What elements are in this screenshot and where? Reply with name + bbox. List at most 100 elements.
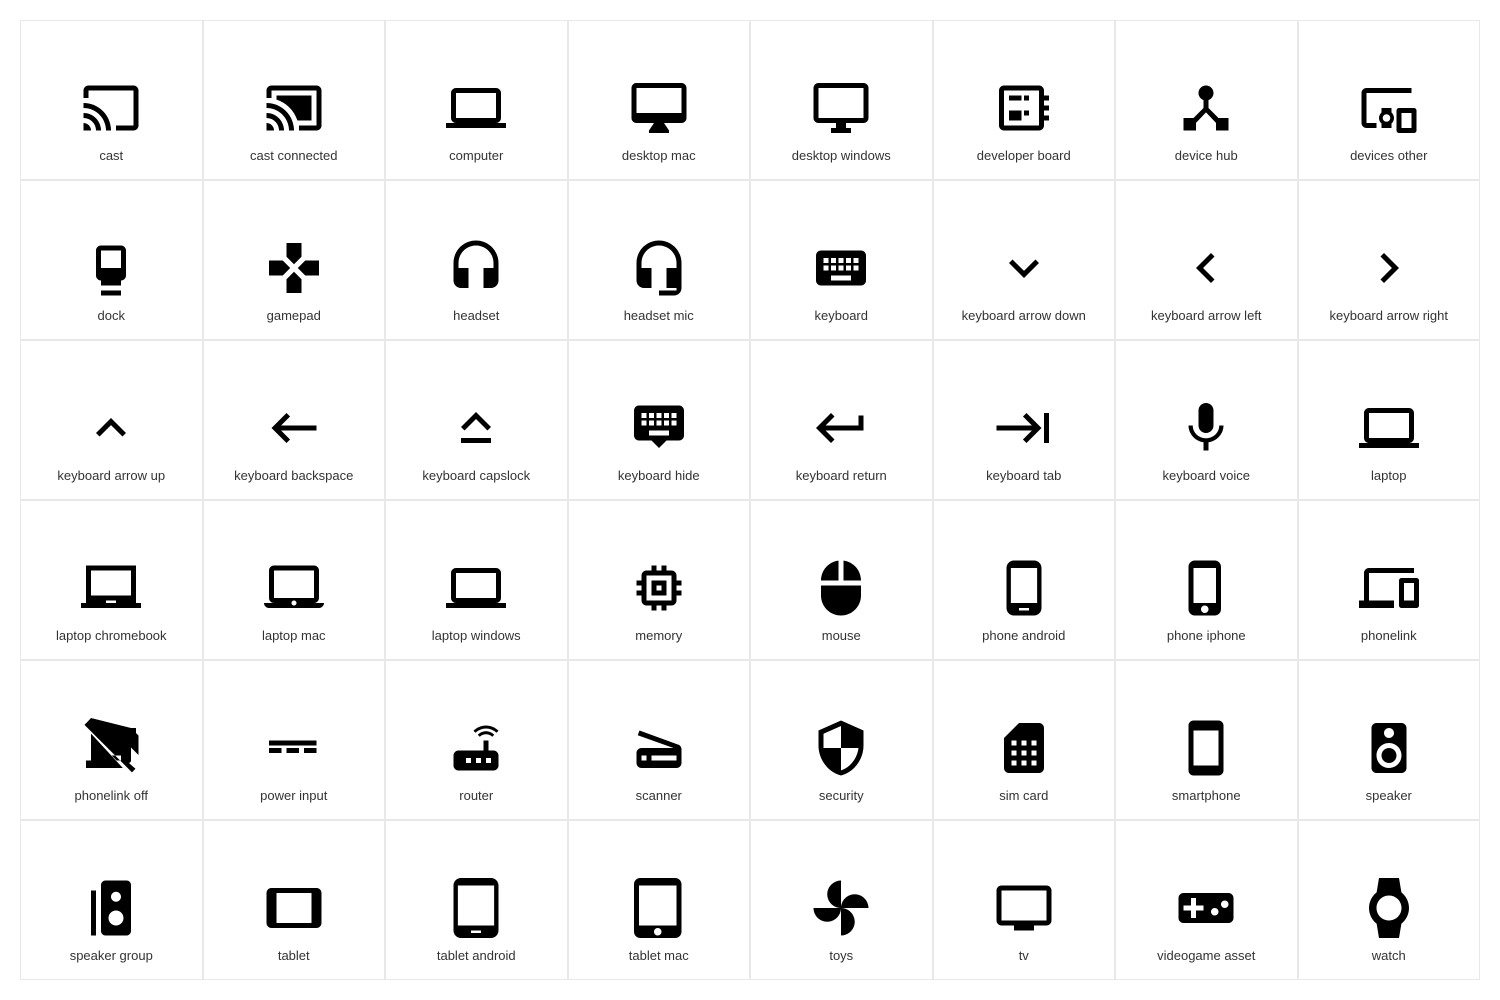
security-icon bbox=[811, 718, 871, 778]
icon-item-laptop: laptop bbox=[1298, 340, 1481, 500]
icon-item-cast: cast bbox=[20, 20, 203, 180]
headset-label: headset bbox=[453, 308, 499, 325]
icon-item-phonelink: phonelink bbox=[1298, 500, 1481, 660]
phone-android-label: phone android bbox=[982, 628, 1065, 645]
phone-iphone-label: phone iphone bbox=[1167, 628, 1246, 645]
toys-icon bbox=[811, 878, 871, 938]
phonelink-off-icon bbox=[81, 718, 141, 778]
icon-item-security: security bbox=[750, 660, 933, 820]
smartphone-icon bbox=[1176, 718, 1236, 778]
keyboard-hide-icon bbox=[629, 398, 689, 458]
icon-grid: cast cast connected computer desktop mac… bbox=[20, 20, 1480, 980]
icon-item-keyboard-arrow-left: keyboard arrow left bbox=[1115, 180, 1298, 340]
icon-item-keyboard-voice: keyboard voice bbox=[1115, 340, 1298, 500]
icon-item-devices-other: devices other bbox=[1298, 20, 1481, 180]
phonelink-label: phonelink bbox=[1361, 628, 1417, 645]
laptop-windows-label: laptop windows bbox=[432, 628, 521, 645]
icon-item-desktop-mac: desktop mac bbox=[568, 20, 751, 180]
devices-other-icon bbox=[1359, 78, 1419, 138]
tablet-mac-icon bbox=[629, 878, 689, 938]
keyboard-label: keyboard bbox=[815, 308, 868, 325]
desktop-windows-label: desktop windows bbox=[792, 148, 891, 165]
toys-label: toys bbox=[829, 948, 853, 965]
keyboard-tab-label: keyboard tab bbox=[986, 468, 1061, 485]
speaker-icon bbox=[1359, 718, 1419, 778]
keyboard-capslock-icon bbox=[446, 398, 506, 458]
memory-icon bbox=[629, 558, 689, 618]
laptop-icon bbox=[1359, 398, 1419, 458]
power-input-label: power input bbox=[260, 788, 327, 805]
icon-item-headset-mic: headset mic bbox=[568, 180, 751, 340]
keyboard-backspace-icon bbox=[264, 398, 324, 458]
laptop-chromebook-label: laptop chromebook bbox=[56, 628, 167, 645]
computer-label: computer bbox=[449, 148, 503, 165]
tablet-icon bbox=[264, 878, 324, 938]
icon-item-mouse: mouse bbox=[750, 500, 933, 660]
icon-item-headset: headset bbox=[385, 180, 568, 340]
keyboard-voice-icon bbox=[1176, 398, 1236, 458]
icon-item-dock: dock bbox=[20, 180, 203, 340]
speaker-group-icon bbox=[81, 878, 141, 938]
icon-item-phone-android: phone android bbox=[933, 500, 1116, 660]
keyboard-capslock-label: keyboard capslock bbox=[422, 468, 530, 485]
desktop-windows-icon bbox=[811, 78, 871, 138]
icon-item-smartphone: smartphone bbox=[1115, 660, 1298, 820]
icon-item-laptop-chromebook: laptop chromebook bbox=[20, 500, 203, 660]
icon-item-power-input: power input bbox=[203, 660, 386, 820]
videogame-asset-icon bbox=[1176, 878, 1236, 938]
videogame-asset-label: videogame asset bbox=[1157, 948, 1255, 965]
router-label: router bbox=[459, 788, 493, 805]
memory-label: memory bbox=[635, 628, 682, 645]
laptop-windows-icon bbox=[446, 558, 506, 618]
power-input-icon bbox=[264, 718, 324, 778]
icon-item-device-hub: device hub bbox=[1115, 20, 1298, 180]
icon-item-keyboard-hide: keyboard hide bbox=[568, 340, 751, 500]
icon-item-sim-card: sim card bbox=[933, 660, 1116, 820]
developer-board-label: developer board bbox=[977, 148, 1071, 165]
tablet-mac-label: tablet mac bbox=[629, 948, 689, 965]
developer-board-icon bbox=[994, 78, 1054, 138]
icon-item-keyboard-backspace: keyboard backspace bbox=[203, 340, 386, 500]
phonelink-icon bbox=[1359, 558, 1419, 618]
cast-connected-label: cast connected bbox=[250, 148, 337, 165]
headset-mic-icon bbox=[629, 238, 689, 298]
icon-item-keyboard-arrow-up: keyboard arrow up bbox=[20, 340, 203, 500]
icon-item-computer: computer bbox=[385, 20, 568, 180]
keyboard-arrow-left-icon bbox=[1176, 238, 1236, 298]
mouse-label: mouse bbox=[822, 628, 861, 645]
icon-item-cast-connected: cast connected bbox=[203, 20, 386, 180]
tv-label: tv bbox=[1019, 948, 1029, 965]
tv-icon bbox=[994, 878, 1054, 938]
icon-item-keyboard: keyboard bbox=[750, 180, 933, 340]
keyboard-arrow-right-icon bbox=[1359, 238, 1419, 298]
laptop-label: laptop bbox=[1371, 468, 1406, 485]
security-label: security bbox=[819, 788, 864, 805]
laptop-mac-icon bbox=[264, 558, 324, 618]
icon-item-memory: memory bbox=[568, 500, 751, 660]
scanner-icon bbox=[629, 718, 689, 778]
icon-item-gamepad: gamepad bbox=[203, 180, 386, 340]
tablet-android-label: tablet android bbox=[437, 948, 516, 965]
cast-connected-icon bbox=[264, 78, 324, 138]
watch-icon bbox=[1359, 878, 1419, 938]
device-hub-icon bbox=[1176, 78, 1236, 138]
icon-item-watch: watch bbox=[1298, 820, 1481, 980]
icon-item-tv: tv bbox=[933, 820, 1116, 980]
icon-item-router: router bbox=[385, 660, 568, 820]
keyboard-arrow-right-label: keyboard arrow right bbox=[1330, 308, 1449, 325]
devices-other-label: devices other bbox=[1350, 148, 1427, 165]
tablet-label: tablet bbox=[278, 948, 310, 965]
sim-card-icon bbox=[994, 718, 1054, 778]
cast-label: cast bbox=[99, 148, 123, 165]
computer-icon bbox=[446, 78, 506, 138]
icon-item-speaker-group: speaker group bbox=[20, 820, 203, 980]
scanner-label: scanner bbox=[636, 788, 682, 805]
icon-item-desktop-windows: desktop windows bbox=[750, 20, 933, 180]
phone-android-icon bbox=[994, 558, 1054, 618]
gamepad-label: gamepad bbox=[267, 308, 321, 325]
keyboard-arrow-up-label: keyboard arrow up bbox=[57, 468, 165, 485]
icon-item-keyboard-arrow-down: keyboard arrow down bbox=[933, 180, 1116, 340]
watch-label: watch bbox=[1372, 948, 1406, 965]
headset-icon bbox=[446, 238, 506, 298]
keyboard-tab-icon bbox=[994, 398, 1054, 458]
